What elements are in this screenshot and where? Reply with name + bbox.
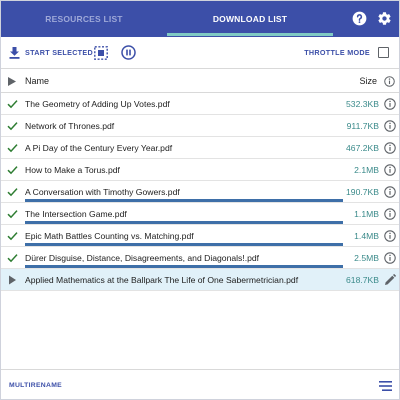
- file-size: 190.7KB: [346, 187, 379, 197]
- throttle-mode-label: THROTTLE MODE: [304, 48, 370, 57]
- footer-bar: MULTIRENAME: [1, 369, 399, 399]
- gear-icon[interactable]: [377, 11, 392, 26]
- download-progress-fill: [25, 243, 343, 246]
- file-size: 1.4MB: [354, 231, 379, 241]
- toolbar: START SELECTED THROTTLE MODE: [1, 37, 399, 68]
- check-icon: [7, 166, 18, 175]
- download-progress-bar: [25, 221, 343, 224]
- info-icon[interactable]: [384, 120, 396, 132]
- table-row[interactable]: How to Make a Torus.pdf 2.1MB: [1, 159, 399, 181]
- header-bar: RESOURCES LIST DOWNLOAD LIST: [1, 1, 399, 37]
- column-name-header[interactable]: Name: [25, 76, 49, 86]
- file-name: The Intersection Game.pdf: [25, 209, 127, 219]
- info-icon[interactable]: [384, 98, 396, 110]
- table-body: The Geometry of Adding Up Votes.pdf 532.3…: [1, 93, 399, 291]
- table-row[interactable]: Epic Math Battles Counting vs. Matching.…: [1, 225, 399, 247]
- file-name: How to Make a Torus.pdf: [25, 165, 120, 175]
- info-icon[interactable]: [384, 186, 396, 198]
- help-icon[interactable]: [352, 11, 367, 26]
- edit-icon[interactable]: [384, 274, 396, 286]
- download-progress-bar: [25, 199, 343, 202]
- check-icon: [7, 232, 18, 241]
- active-tab-indicator: [167, 33, 333, 36]
- download-progress-bar: [25, 243, 343, 246]
- download-progress-bar: [25, 265, 343, 268]
- info-icon[interactable]: [384, 208, 396, 220]
- check-icon: [7, 254, 18, 263]
- file-name: Network of Thrones.pdf: [25, 121, 115, 131]
- table-row[interactable]: Applied Mathematics at the Ballpark The …: [1, 269, 399, 291]
- info-icon[interactable]: [384, 164, 396, 176]
- file-size: 532.3KB: [346, 99, 379, 109]
- select-all-button[interactable]: [94, 43, 108, 62]
- throttle-mode-control: THROTTLE MODE: [304, 43, 389, 62]
- file-name: Epic Math Battles Counting vs. Matching.…: [25, 231, 194, 241]
- download-icon: [9, 46, 20, 59]
- start-selected-button[interactable]: START SELECTED: [9, 43, 93, 62]
- select-all-icon: [94, 45, 108, 60]
- check-icon: [7, 188, 18, 197]
- download-table: Name Size The Geometry of Adding Up Vote…: [1, 68, 399, 291]
- file-name: A Conversation with Timothy Gowers.pdf: [25, 187, 180, 197]
- file-name: A Pi Day of the Century Every Year.pdf: [25, 143, 173, 153]
- tab-download-list[interactable]: DOWNLOAD LIST: [167, 1, 333, 37]
- table-row[interactable]: A Pi Day of the Century Every Year.pdf 46…: [1, 137, 399, 159]
- file-name: Dürer Disguise, Distance, Disagreements,…: [25, 253, 260, 263]
- file-size: 2.1MB: [354, 165, 379, 175]
- pause-icon: [121, 45, 136, 60]
- info-icon[interactable]: [384, 230, 396, 242]
- menu-icon[interactable]: [379, 381, 392, 391]
- table-row[interactable]: Dürer Disguise, Distance, Disagreements,…: [1, 247, 399, 269]
- check-icon: [7, 144, 18, 153]
- info-icon[interactable]: [384, 76, 395, 87]
- download-progress-fill: [25, 221, 343, 224]
- tab-resources-list[interactable]: RESOURCES LIST: [1, 1, 167, 37]
- table-row[interactable]: The Intersection Game.pdf 1.1MB: [1, 203, 399, 225]
- expand-row-icon[interactable]: [7, 275, 18, 285]
- expand-all-icon[interactable]: [8, 77, 16, 86]
- check-icon: [7, 122, 18, 131]
- table-row[interactable]: The Geometry of Adding Up Votes.pdf 532.3…: [1, 93, 399, 115]
- pause-button[interactable]: [121, 43, 136, 62]
- table-header: Name Size: [1, 68, 399, 93]
- download-progress-fill: [25, 265, 343, 268]
- check-icon: [7, 210, 18, 219]
- file-size: 467.2KB: [346, 143, 379, 153]
- throttle-mode-checkbox[interactable]: [378, 47, 389, 58]
- file-size: 2.5MB: [354, 253, 379, 263]
- extension-popup: RESOURCES LIST DOWNLOAD LIST START SELEC…: [0, 0, 400, 400]
- download-progress-fill: [25, 199, 343, 202]
- file-size: 618.7KB: [346, 275, 379, 285]
- info-icon[interactable]: [384, 142, 396, 154]
- table-row[interactable]: Network of Thrones.pdf 911.7KB: [1, 115, 399, 137]
- info-icon[interactable]: [384, 252, 396, 264]
- file-size: 911.7KB: [346, 121, 379, 131]
- file-size: 1.1MB: [354, 209, 379, 219]
- file-name: The Geometry of Adding Up Votes.pdf: [25, 99, 170, 109]
- column-size-header[interactable]: Size: [340, 76, 377, 86]
- multirename-button[interactable]: MULTIRENAME: [9, 382, 62, 389]
- start-selected-label: START SELECTED: [25, 48, 93, 57]
- check-icon: [7, 100, 18, 109]
- file-name: Applied Mathematics at the Ballpark The …: [25, 275, 299, 285]
- table-row[interactable]: A Conversation with Timothy Gowers.pdf 19…: [1, 181, 399, 203]
